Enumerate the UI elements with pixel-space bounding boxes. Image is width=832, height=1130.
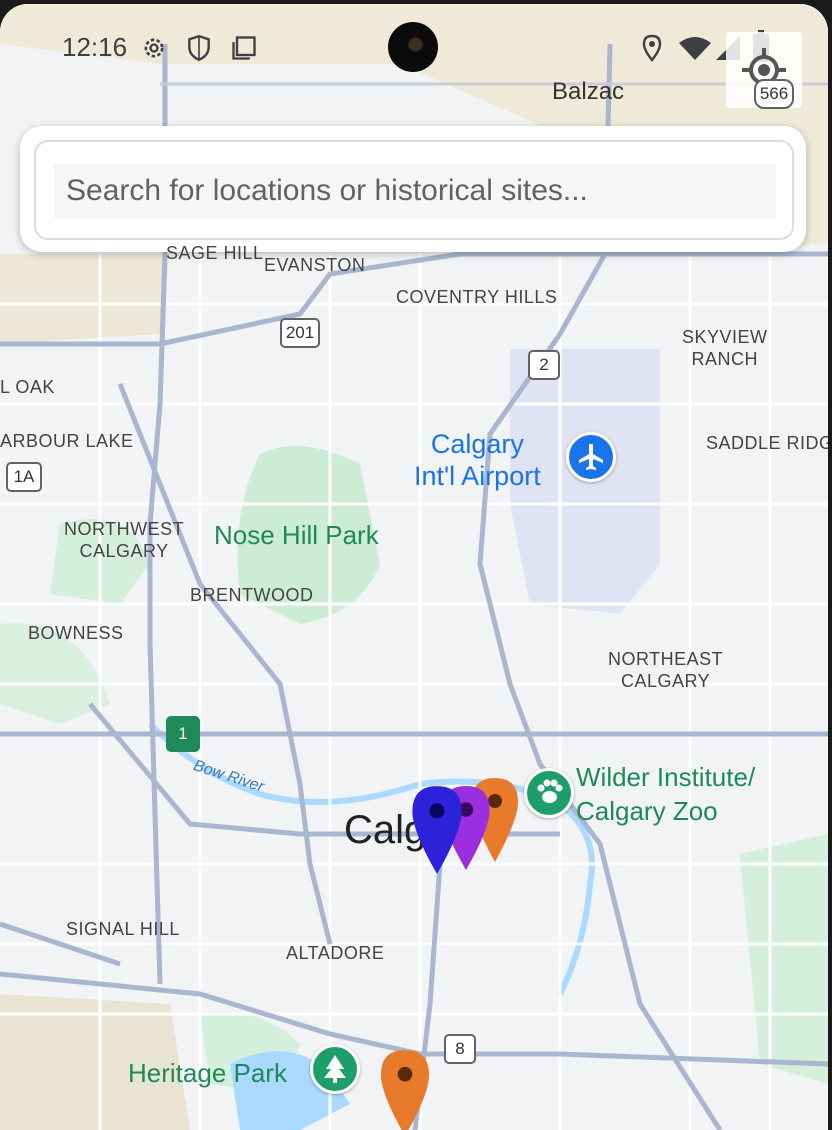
- tree-icon: [324, 1055, 346, 1083]
- label-saddle-ridge: SADDLE RIDGE: [706, 433, 828, 453]
- highway-shield-1a: 1A: [6, 462, 42, 492]
- label-coventry-hills: COVENTRY HILLS: [396, 287, 558, 307]
- label-northwest-calgary: NORTHWEST CALGARY: [64, 519, 185, 561]
- location-icon: [642, 34, 662, 62]
- highway-number: 8: [455, 1039, 465, 1058]
- label-sage-hill: SAGE HILL: [166, 243, 264, 263]
- farmland-area: [0, 254, 170, 344]
- front-camera: [388, 22, 438, 72]
- label-skyview-ranch: SKYVIEW RANCH: [682, 327, 768, 369]
- label-signal-hill: SIGNAL HILL: [66, 919, 180, 939]
- highway-number: 1: [178, 724, 188, 743]
- heritage-park-poi[interactable]: [310, 1044, 360, 1094]
- highway-shield-566: 566: [754, 79, 794, 109]
- shield-icon: [188, 34, 210, 62]
- paw-icon: [537, 779, 563, 803]
- label-brentwood: BRENTWOOD: [190, 585, 314, 605]
- status-time: 12:16: [62, 32, 128, 62]
- label-royal-oak: L OAK: [0, 377, 55, 397]
- label-heritage-park[interactable]: Heritage Park: [128, 1058, 287, 1089]
- label-arbour-lake: ARBOUR LAKE: [0, 431, 134, 451]
- search-box: [34, 140, 794, 240]
- highway-number: 201: [285, 323, 315, 342]
- label-bowness: BOWNESS: [28, 623, 124, 643]
- highway-shield-8: 8: [444, 1034, 476, 1064]
- wifi-icon: [679, 37, 711, 60]
- airport-poi[interactable]: [566, 432, 616, 482]
- label-altadore: ALTADORE: [286, 943, 385, 963]
- map-marker-orange-south[interactable]: [378, 1048, 432, 1130]
- zoo-poi[interactable]: [524, 768, 574, 818]
- highway-shield-1: 1: [166, 716, 200, 752]
- highway-number: 1A: [13, 467, 35, 486]
- highway-number: 2: [539, 355, 549, 374]
- label-balzac: Balzac: [552, 78, 625, 105]
- highway-shield-2: 2: [528, 350, 560, 380]
- map-marker-blue[interactable]: [408, 784, 466, 876]
- airplane-icon: [579, 444, 603, 470]
- phone-screen: 12:16 Search for locations or historical…: [0, 4, 828, 1130]
- status-bar: 12:16: [0, 4, 828, 84]
- search-card: [20, 126, 806, 252]
- highway-shield-201: 201: [280, 318, 320, 348]
- highway-number: 566: [759, 84, 789, 103]
- label-northeast-calgary: NORTHEAST CALGARY: [608, 649, 724, 691]
- label-zoo[interactable]: Wilder Institute/ Calgary Zoo: [576, 760, 755, 828]
- label-nose-hill-park[interactable]: Nose Hill Park: [214, 520, 379, 551]
- settings-icon: [144, 38, 164, 58]
- label-evanston: EVANSTON: [264, 255, 366, 275]
- search-input[interactable]: [54, 164, 776, 218]
- label-airport[interactable]: Calgary Int'l Airport: [414, 428, 541, 492]
- copy-icon: [232, 36, 256, 60]
